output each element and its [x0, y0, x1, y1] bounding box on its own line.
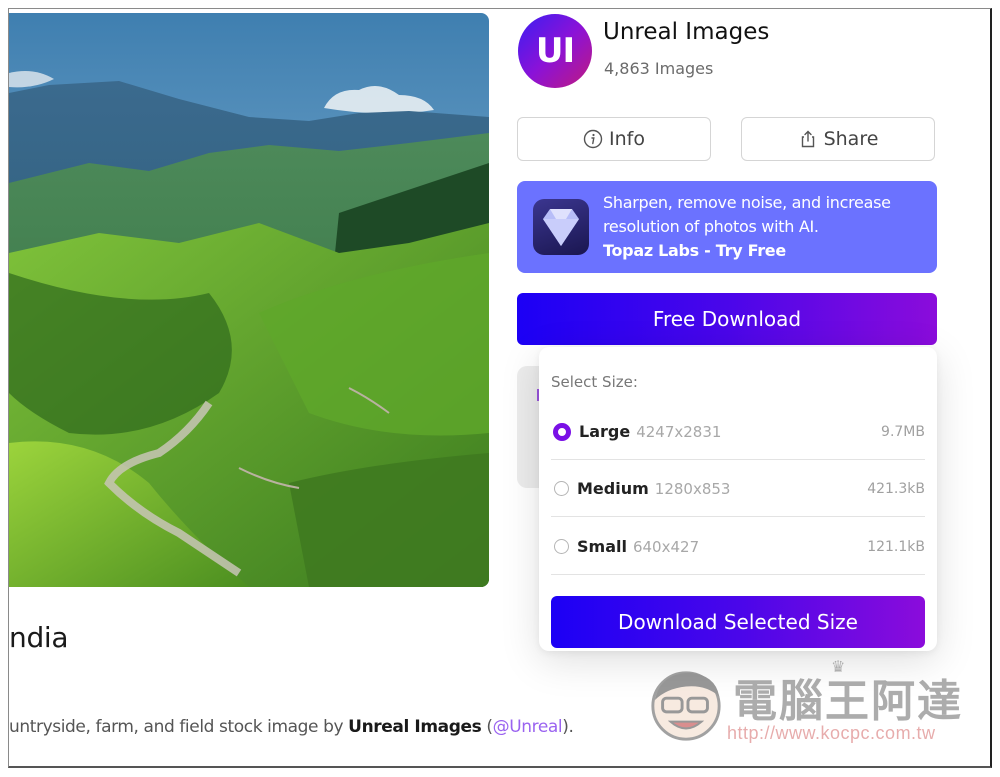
- image-description: untryside, farm, and field stock image b…: [9, 717, 574, 737]
- author-link[interactable]: Unreal Images: [348, 717, 482, 737]
- topaz-promo-banner[interactable]: Sharpen, remove noise, and increase reso…: [517, 181, 937, 273]
- watermark-url: http://www.kocpc.com.tw: [727, 723, 936, 743]
- share-button[interactable]: Share: [741, 117, 935, 161]
- radio-selected[interactable]: [553, 422, 571, 441]
- size-dimensions: 640x427: [632, 537, 700, 556]
- info-circle-icon: [583, 129, 603, 149]
- size-select-dropdown: Select Size: Large 4247x2831 9.7MB Mediu…: [539, 347, 937, 651]
- paren-close: ).: [562, 717, 574, 737]
- info-button[interactable]: Info: [517, 117, 711, 161]
- share-label: Share: [823, 128, 879, 150]
- promo-description: Sharpen, remove noise, and increase reso…: [603, 193, 891, 236]
- size-name: Medium: [577, 479, 649, 498]
- share-upload-icon: [801, 130, 814, 148]
- radio-unselected[interactable]: [554, 481, 569, 496]
- size-option-small[interactable]: Small 640x427 121.1kB: [551, 519, 925, 575]
- landscape-image: [9, 13, 489, 587]
- author-handle-link[interactable]: @Unreal: [493, 717, 563, 737]
- description-text: untryside, farm, and field stock image b…: [9, 717, 349, 737]
- brand-avatar[interactable]: UI: [518, 14, 592, 88]
- brand-initials: UI: [535, 31, 575, 71]
- image-title: ndia: [9, 621, 69, 654]
- size-file-size: 421.3kB: [867, 480, 925, 497]
- size-name: Small: [577, 537, 627, 556]
- download-selected-size-button[interactable]: Download Selected Size: [551, 596, 925, 648]
- promo-cta-link[interactable]: Topaz Labs - Try Free: [603, 239, 937, 263]
- site-watermark: ♛ 電腦王阿達 http://www.kocpc.com.tw: [647, 659, 967, 749]
- mascot-face-icon: [651, 671, 721, 741]
- size-file-size: 9.7MB: [881, 423, 925, 440]
- size-option-medium[interactable]: Medium 1280x853 421.3kB: [551, 461, 925, 517]
- select-size-label: Select Size:: [551, 373, 638, 391]
- radio-unselected[interactable]: [554, 539, 569, 554]
- page-frame: ndia untryside, farm, and field stock im…: [8, 8, 992, 768]
- brand-image-count: 4,863 Images: [604, 59, 714, 78]
- stock-photo[interactable]: [9, 13, 489, 587]
- size-dimensions: 1280x853: [654, 479, 731, 498]
- free-download-button[interactable]: Free Download: [517, 293, 937, 345]
- size-dimensions: 4247x2831: [636, 422, 722, 441]
- size-option-large[interactable]: Large 4247x2831 9.7MB: [551, 404, 925, 460]
- size-name: Large: [579, 422, 631, 441]
- info-label: Info: [609, 128, 645, 150]
- brand-name[interactable]: Unreal Images: [603, 19, 769, 45]
- size-file-size: 121.1kB: [867, 538, 925, 555]
- diamond-icon: [533, 199, 589, 255]
- promo-text: Sharpen, remove noise, and increase reso…: [603, 191, 937, 263]
- paren-open: (: [481, 717, 493, 737]
- watermark-title: 電腦王阿達: [733, 676, 963, 727]
